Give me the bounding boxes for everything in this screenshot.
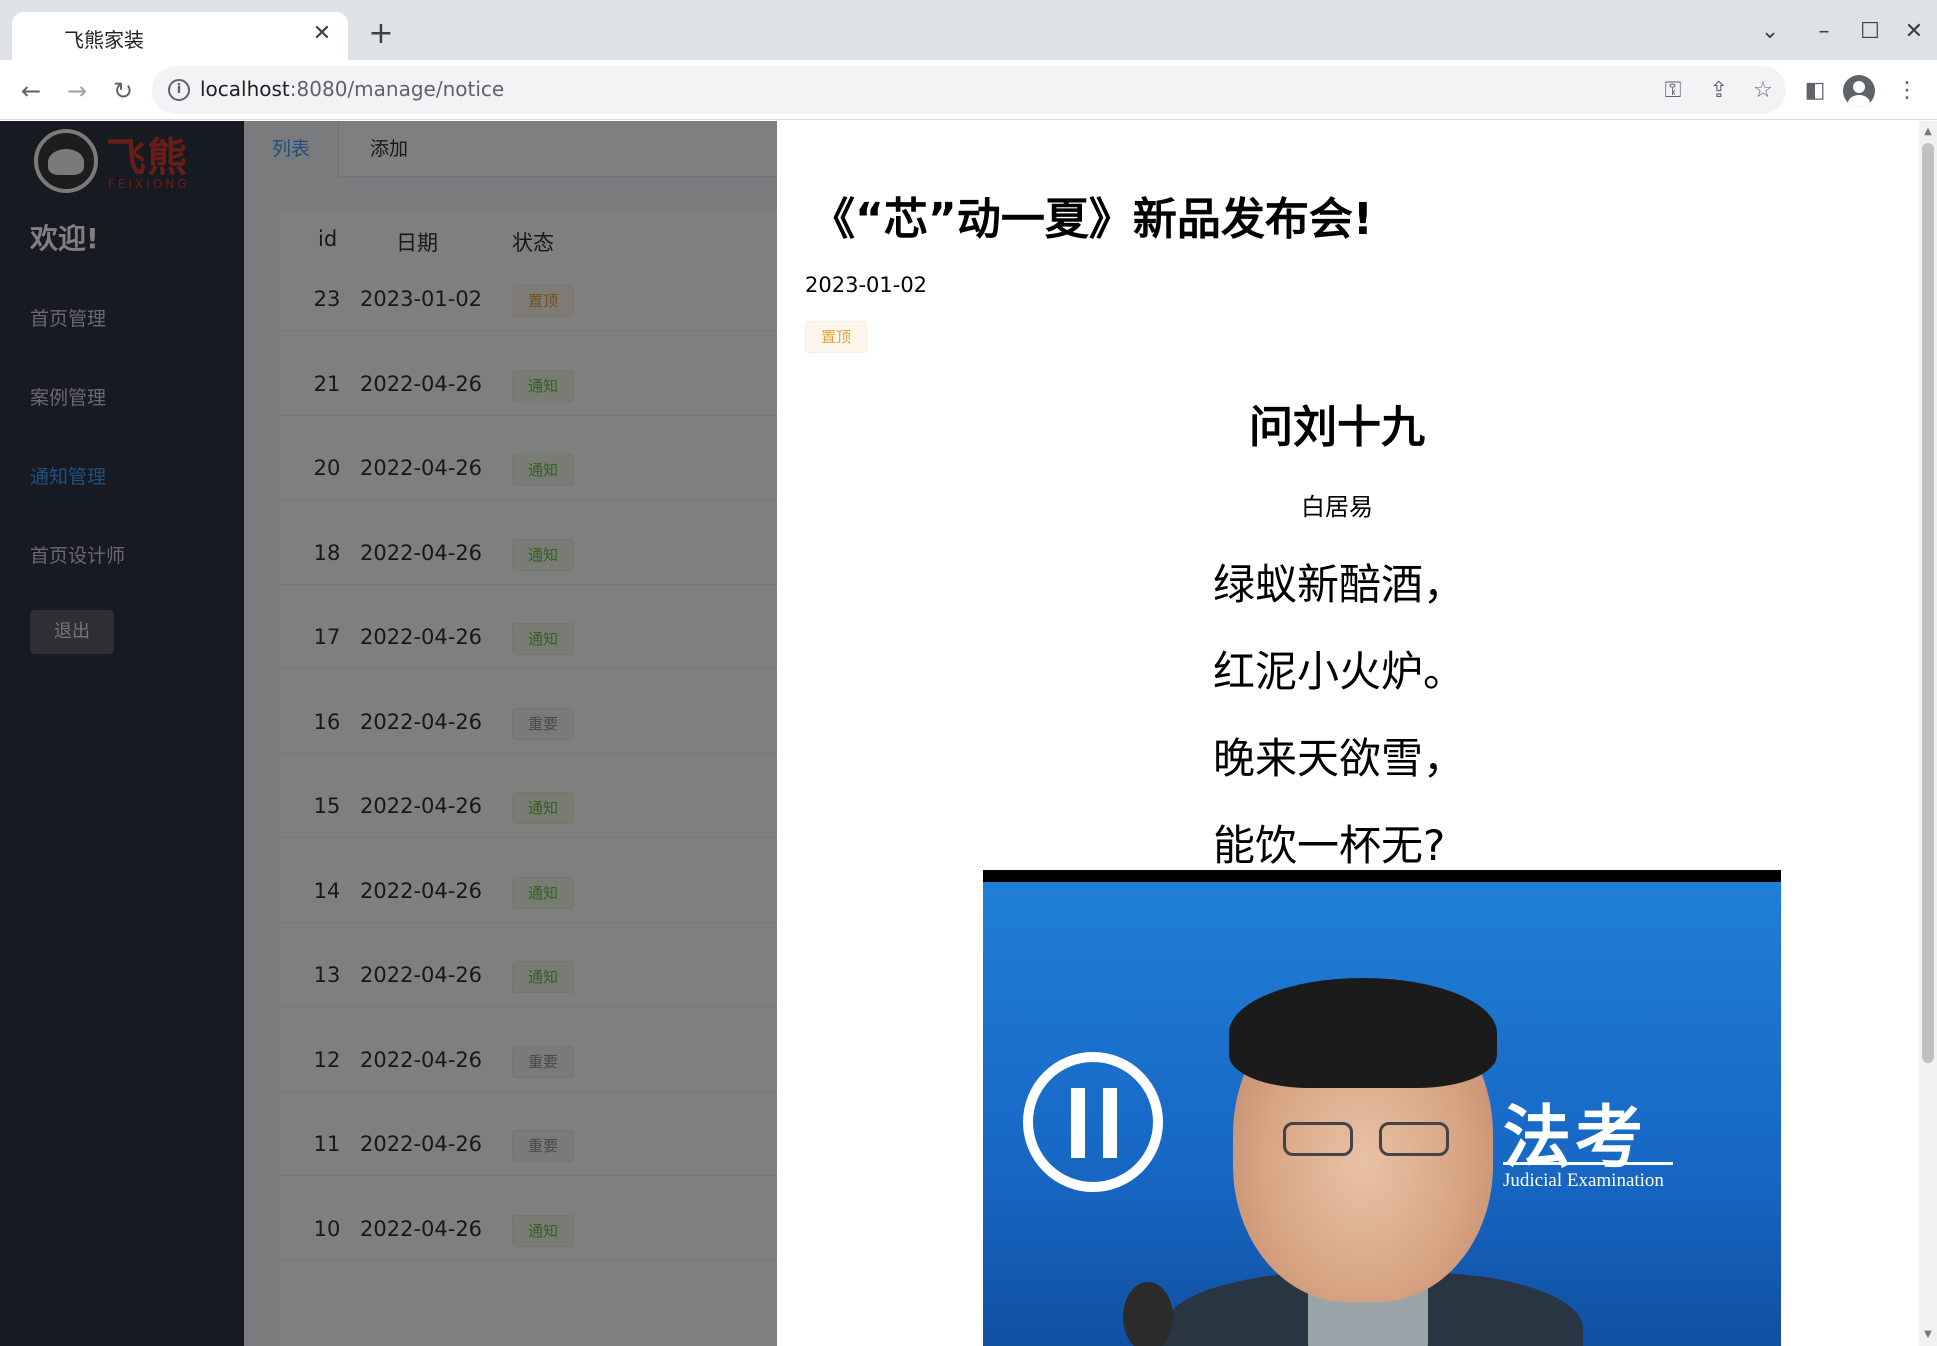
maximize-icon[interactable]: ☐ xyxy=(1852,14,1888,50)
address-bar[interactable]: i localhost:8080/manage/notice ⚿ ⇪ ☆ xyxy=(152,66,1786,114)
scrollbar-thumb[interactable] xyxy=(1922,143,1934,1063)
key-icon[interactable]: ⚿ xyxy=(1658,76,1688,106)
notice-status-badge: 置顶 xyxy=(805,321,867,353)
video-caption-underline xyxy=(1503,1162,1673,1165)
minimize-icon[interactable]: – xyxy=(1806,14,1842,50)
video-frame: 法考 Judicial Examination xyxy=(983,882,1781,1346)
tab-search-icon[interactable]: ⌄ xyxy=(1752,14,1788,50)
poem-line: 红泥小火炉。 xyxy=(1213,647,1466,696)
page-viewport: 飞熊 FEIXIONG 欢迎! 首页管理 案例管理 通知管理 首页设计师 退出 … xyxy=(0,121,1937,1346)
notice-date: 2023-01-02 xyxy=(805,273,928,297)
speaker-hair xyxy=(1229,978,1497,1088)
more-menu-icon[interactable]: ⋮ xyxy=(1890,74,1924,108)
side-panel-icon[interactable]: ◧ xyxy=(1798,74,1832,108)
embedded-video[interactable]: 法考 Judicial Examination xyxy=(983,870,1781,1346)
tab-close-icon[interactable]: ✕ xyxy=(308,20,336,48)
browser-tab-title: 飞熊家装 xyxy=(64,28,144,52)
law-exam-logo-icon xyxy=(1023,1052,1163,1192)
poem-title: 问刘十九 xyxy=(1249,402,1425,453)
new-tab-icon[interactable]: + xyxy=(366,19,396,50)
reload-icon[interactable]: ↻ xyxy=(106,74,140,108)
browser-tab[interactable]: 飞熊家装 ✕ xyxy=(12,12,348,60)
poem-line: 绿蚁新醅酒， xyxy=(1213,560,1466,609)
video-caption-en: Judicial Examination xyxy=(1503,1170,1664,1191)
notice-title: 《“芯”动一夏》新品发布会! xyxy=(811,194,1373,245)
back-icon[interactable]: ← xyxy=(14,74,48,108)
close-window-icon[interactable]: ✕ xyxy=(1896,14,1932,50)
browser-toolbar: ← → ↻ i localhost:8080/manage/notice ⚿ ⇪… xyxy=(0,60,1937,120)
microphone-icon xyxy=(1123,1282,1173,1346)
address-url[interactable]: localhost:8080/manage/notice xyxy=(200,77,504,101)
site-info-icon[interactable]: i xyxy=(168,79,190,101)
poem-line: 晚来天欲雪， xyxy=(1213,734,1466,783)
browser-titlebar: 飞熊家装 ✕ + ⌄ – ☐ ✕ xyxy=(0,0,1937,60)
profile-avatar-icon[interactable] xyxy=(1843,75,1875,107)
drawer-scrollbar[interactable]: ▲ ▼ xyxy=(1919,121,1937,1346)
bookmark-star-icon[interactable]: ☆ xyxy=(1748,76,1778,106)
scroll-up-icon[interactable]: ▲ xyxy=(1919,123,1937,141)
video-caption-cn: 法考 xyxy=(1503,1098,1648,1178)
scroll-down-icon[interactable]: ▼ xyxy=(1919,1326,1937,1344)
glasses-icon xyxy=(1283,1122,1453,1158)
poem-line: 能饮一杯无? xyxy=(1213,821,1446,870)
forward-icon[interactable]: → xyxy=(60,74,94,108)
share-icon[interactable]: ⇪ xyxy=(1704,76,1734,106)
poem-author: 白居易 xyxy=(1301,493,1373,521)
browser-window: 飞熊家装 ✕ + ⌄ – ☐ ✕ ← → ↻ i localhost:8080/… xyxy=(0,0,1937,1346)
notice-detail-drawer: 《“芯”动一夏》新品发布会! 2023-01-02 置顶 问刘十九 白居易 绿蚁… xyxy=(777,121,1937,1346)
drawer-overlay[interactable] xyxy=(0,121,777,1346)
